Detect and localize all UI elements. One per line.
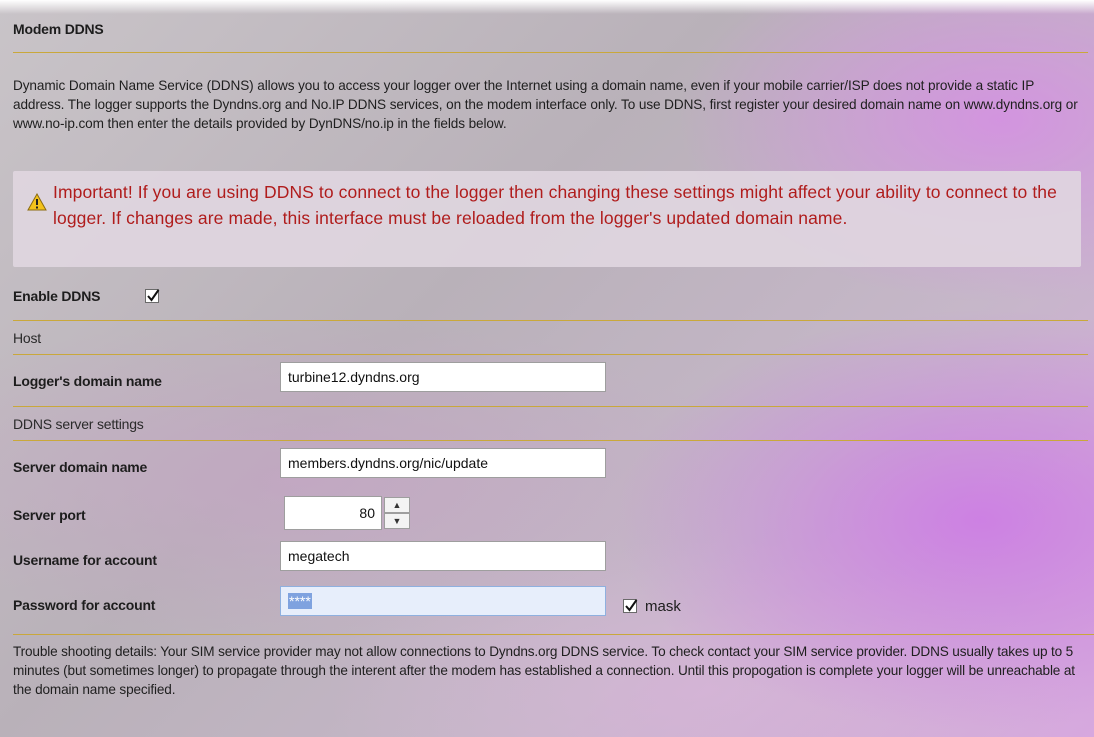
warning-icon: [27, 192, 47, 211]
ddns-description: Dynamic Domain Name Service (DDNS) allow…: [13, 78, 1078, 131]
username-label: Username for account: [13, 552, 157, 568]
important-notice: Important! If you are using DDNS to conn…: [13, 171, 1081, 267]
password-masked-value: ****: [288, 593, 312, 609]
port-decrement-button[interactable]: ▼: [384, 513, 410, 529]
password-label: Password for account: [13, 597, 156, 613]
mask-checkbox[interactable]: [623, 599, 638, 613]
modem-ddns-panel: Modem DDNS Dynamic Domain Name Service (…: [0, 0, 1094, 737]
server-domain-input[interactable]: members.dyndns.org/nic/update: [280, 448, 606, 478]
password-input[interactable]: ****: [280, 586, 606, 616]
server-port-label: Server port: [13, 507, 86, 523]
important-text: Important! If you are using DDNS to conn…: [53, 182, 1057, 228]
settings-divider: [13, 634, 1094, 635]
server-heading-divider: [13, 440, 1088, 441]
host-divider: [13, 354, 1088, 355]
enable-divider: [13, 320, 1088, 321]
title-divider: [13, 52, 1088, 53]
enable-ddns-label: Enable DDNS: [13, 288, 101, 304]
server-port-input[interactable]: 80: [284, 496, 382, 530]
chevron-down-icon: ▼: [392, 516, 402, 526]
mask-label: mask: [645, 598, 681, 615]
top-shadow: [0, 0, 1094, 14]
enable-ddns-checkbox[interactable]: [145, 289, 160, 303]
logger-domain-label: Logger's domain name: [13, 373, 162, 389]
host-heading: Host: [13, 330, 41, 346]
section-title: Modem DDNS: [13, 21, 104, 37]
chevron-up-icon: ▲: [392, 500, 402, 510]
port-increment-button[interactable]: ▲: [384, 497, 410, 513]
logger-domain-input[interactable]: turbine12.dyndns.org: [280, 362, 606, 392]
checkmark-icon: [625, 599, 638, 612]
checkmark-icon: [147, 289, 160, 302]
username-input[interactable]: megatech: [280, 541, 606, 571]
server-port-spinner[interactable]: 80 ▲ ▼: [284, 496, 412, 530]
server-settings-heading: DDNS server settings: [13, 416, 144, 432]
host-field-divider: [13, 406, 1088, 407]
troubleshooting-text: Trouble shooting details: Your SIM servi…: [13, 644, 1075, 697]
server-domain-label: Server domain name: [13, 459, 148, 475]
